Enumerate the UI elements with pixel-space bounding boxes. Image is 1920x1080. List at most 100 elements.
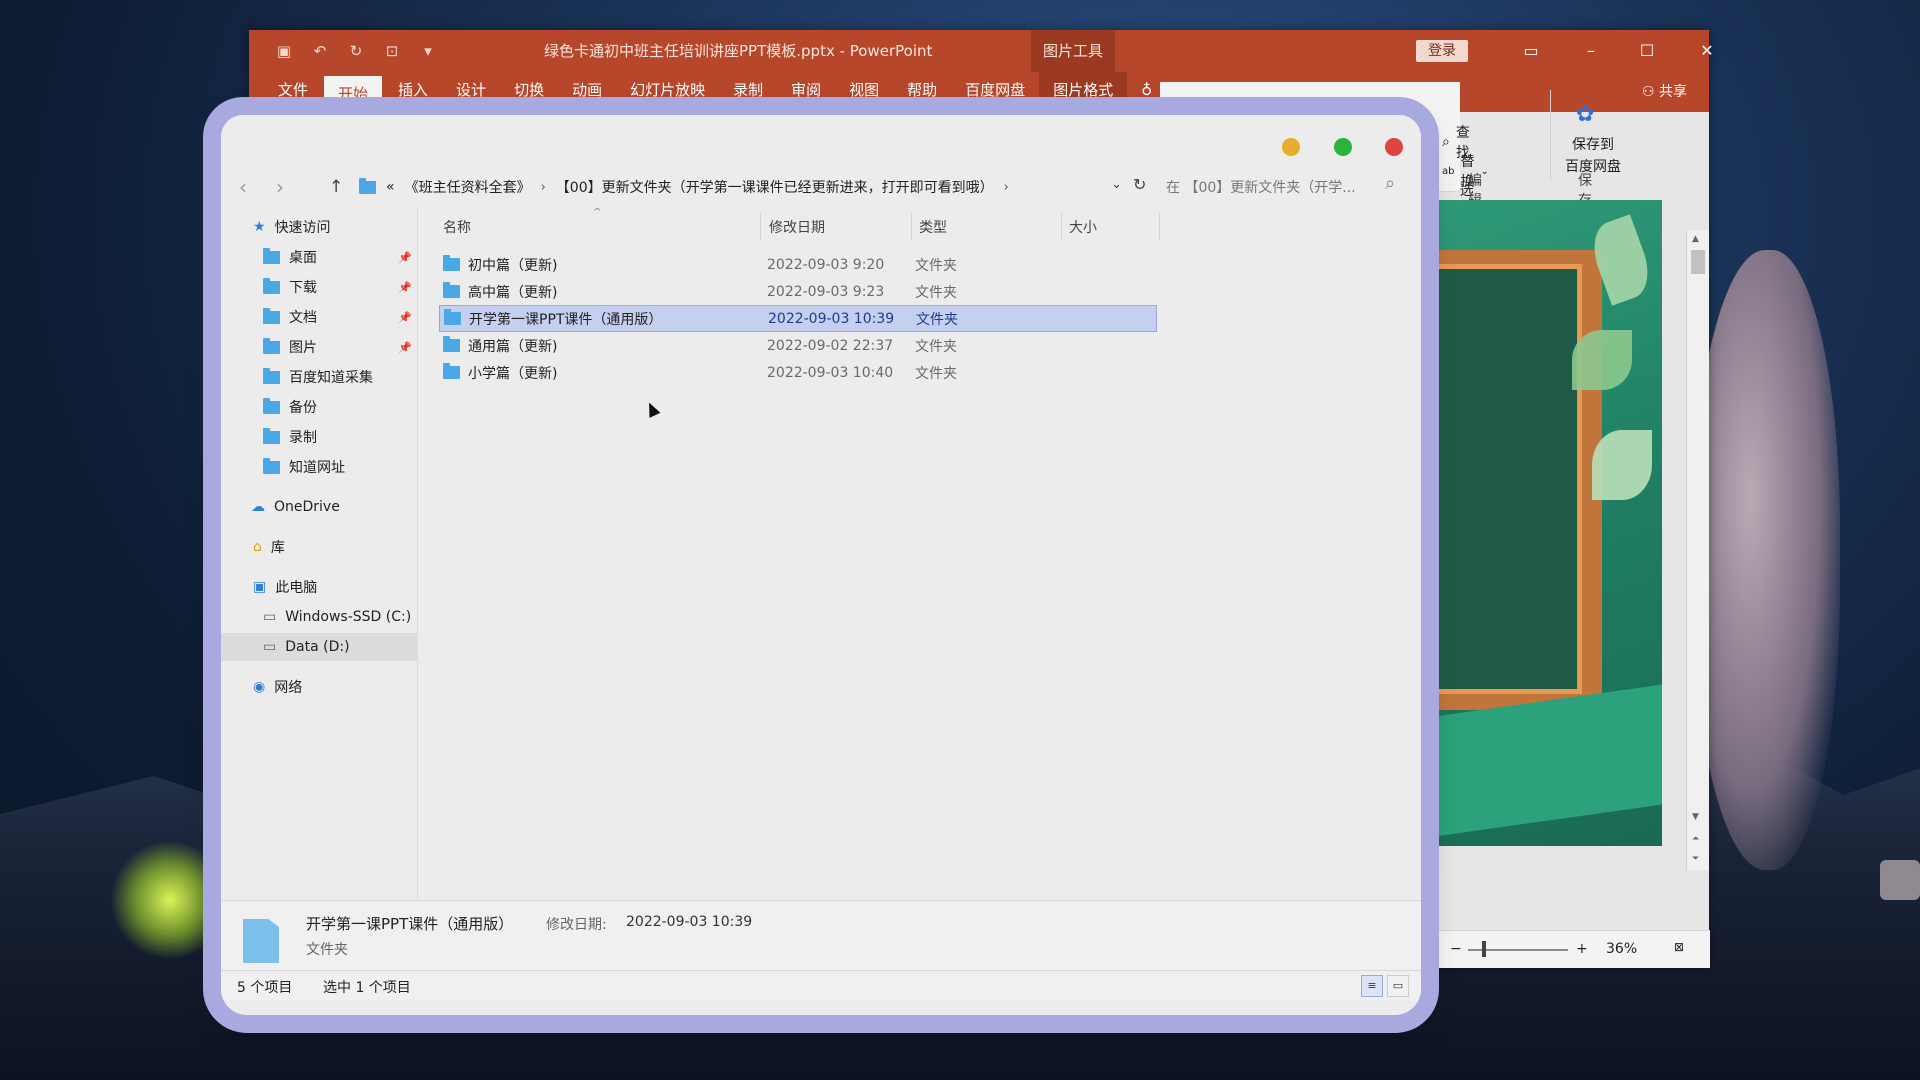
column-divider[interactable] xyxy=(1159,213,1160,241)
forward-icon[interactable]: › xyxy=(276,175,284,199)
large-icons-view-icon[interactable]: ▭ xyxy=(1387,975,1409,997)
star-icon: ★ xyxy=(253,219,266,235)
breadcrumb-item[interactable]: 《班主任资料全套》 xyxy=(405,177,531,197)
address-bar[interactable]: « 《班主任资料全套》 › 【00】更新文件夹（开学第一课课件已经更新进来，打开… xyxy=(359,177,1009,197)
zoom-level[interactable]: 36% xyxy=(1606,941,1637,957)
slide-vertical-scrollbar[interactable]: ▲ ▼ ⏶ ⏷ xyxy=(1686,230,1709,870)
sidebar-item-onedrive[interactable]: ☁ OneDrive xyxy=(221,493,418,521)
folder-icon xyxy=(263,337,280,354)
sidebar-item-downloads[interactable]: 下载 📌 xyxy=(221,273,418,301)
sidebar-label: 此电脑 xyxy=(275,580,318,596)
save-to-label: 保存到 xyxy=(1572,137,1614,153)
file-row[interactable]: 通用篇（更新) 2022-09-02 22:37 文件夹 xyxy=(439,332,1157,359)
column-header-size[interactable]: 大小 xyxy=(1069,217,1097,241)
sidebar-item-quick-access[interactable]: ★ 快速访问 xyxy=(221,213,418,241)
zoom-out-icon[interactable]: − xyxy=(1450,941,1462,957)
file-row[interactable]: 初中篇（更新) 2022-09-03 9:20 文件夹 xyxy=(439,251,1157,278)
breadcrumb-overflow[interactable]: « xyxy=(386,179,395,195)
sidebar-item-documents[interactable]: 文档 📌 xyxy=(221,303,418,331)
column-divider[interactable] xyxy=(911,213,912,241)
drive-icon: ▭ xyxy=(263,609,277,625)
maximize-icon[interactable]: ☐ xyxy=(1619,30,1675,72)
minimize-button[interactable] xyxy=(1282,138,1300,156)
search-icon[interactable]: ⌕ xyxy=(1385,173,1395,194)
present-icon[interactable]: ⊡ xyxy=(383,42,401,60)
tab-slideshow[interactable]: 幻灯片放映 xyxy=(616,72,719,112)
sidebar-item-library[interactable]: ⌂ 库 xyxy=(221,533,418,561)
tab-file[interactable]: 文件 xyxy=(264,72,322,112)
login-button[interactable]: 登录 xyxy=(1416,40,1468,62)
column-header-modified[interactable]: 修改日期 xyxy=(769,217,825,241)
slide-canvas[interactable] xyxy=(1422,200,1662,846)
ribbon-display-icon[interactable]: ▭ xyxy=(1503,30,1559,72)
sidebar-item-drive-d[interactable]: ▭ Data (D:) xyxy=(221,633,418,661)
slide-leaf xyxy=(1592,430,1652,500)
details-view-icon[interactable]: ≡ xyxy=(1361,975,1383,997)
scroll-up-icon[interactable]: ▲ xyxy=(1692,234,1699,244)
tab-baidu-netdisk[interactable]: 百度网盘 xyxy=(951,72,1039,112)
folder-icon xyxy=(443,336,460,352)
tab-review[interactable]: 审阅 xyxy=(777,72,835,112)
sidebar-item-zhidao-urls[interactable]: 知道网址 xyxy=(221,453,418,481)
folder-icon xyxy=(263,457,280,474)
column-divider[interactable] xyxy=(760,213,761,241)
pin-icon: 📌 xyxy=(398,310,412,324)
sidebar-label: Windows-SSD (C:) xyxy=(285,609,412,625)
folder-icon xyxy=(263,397,280,414)
up-arrow-icon[interactable]: ↑ xyxy=(329,177,343,197)
sidebar-item-desktop[interactable]: 桌面 📌 xyxy=(221,243,418,271)
breadcrumb-separator-icon[interactable]: › xyxy=(541,180,546,195)
save-to-baidu-button[interactable]: 保存到 百度网盘 xyxy=(1558,134,1628,176)
maximize-button[interactable] xyxy=(1334,138,1352,156)
search-input[interactable]: 在 【00】更新文件夹（开学... xyxy=(1166,177,1356,197)
column-header-name[interactable]: 名称 xyxy=(443,217,471,241)
column-divider[interactable] xyxy=(1061,213,1062,241)
address-dropdown-icon[interactable]: ⌄ xyxy=(1111,177,1122,192)
close-button[interactable] xyxy=(1385,138,1403,156)
undo-icon[interactable]: ↶ xyxy=(311,42,329,60)
tab-view[interactable]: 视图 xyxy=(835,72,893,112)
folder-icon xyxy=(443,255,460,271)
minimize-icon[interactable]: – xyxy=(1563,30,1619,72)
close-icon[interactable]: ✕ xyxy=(1679,30,1735,72)
back-icon[interactable]: ‹ xyxy=(239,175,247,199)
prev-slide-icon[interactable]: ⏶ xyxy=(1692,834,1699,844)
file-row[interactable]: 小学篇（更新) 2022-09-03 10:40 文件夹 xyxy=(439,359,1157,386)
baidu-cloud-icon[interactable]: ✿ xyxy=(1576,102,1594,127)
tab-animations[interactable]: 动画 xyxy=(558,72,616,112)
zoom-in-icon[interactable]: + xyxy=(1576,941,1588,957)
sidebar-item-this-pc[interactable]: ▣ 此电脑 xyxy=(221,573,418,601)
tab-home[interactable]: 开始 xyxy=(324,76,383,112)
redo-icon[interactable]: ↻ xyxy=(347,42,365,60)
column-header-type[interactable]: 类型 xyxy=(919,217,947,241)
share-button[interactable]: ⚇ 共享 xyxy=(1642,72,1687,112)
folder-icon xyxy=(263,427,280,444)
details-pane: 开学第一课PPT课件（通用版） 修改日期: 2022-09-03 10:39 文… xyxy=(221,900,1421,970)
scroll-down-icon[interactable]: ▼ xyxy=(1692,812,1699,822)
sidebar-item-pictures[interactable]: 图片 📌 xyxy=(221,333,418,361)
tab-design[interactable]: 设计 xyxy=(442,72,500,112)
tab-insert[interactable]: 插入 xyxy=(384,72,442,112)
sidebar-item-record[interactable]: 录制 xyxy=(221,423,418,451)
file-type: 文件夹 xyxy=(915,284,957,301)
scrollbar-thumb[interactable] xyxy=(1691,250,1705,274)
next-slide-icon[interactable]: ⏷ xyxy=(1692,854,1699,864)
save-icon[interactable]: ▣ xyxy=(275,42,293,60)
file-row-selected[interactable]: 开学第一课PPT课件（通用版） 2022-09-03 10:39 文件夹 xyxy=(439,305,1157,332)
sidebar-item-network[interactable]: ◉ 网络 xyxy=(221,673,418,701)
tab-record[interactable]: 录制 xyxy=(719,72,777,112)
file-row[interactable]: 高中篇（更新) 2022-09-03 9:23 文件夹 xyxy=(439,278,1157,305)
customize-qa-icon[interactable]: ▾ xyxy=(419,42,437,60)
refresh-icon[interactable]: ↻ xyxy=(1133,175,1146,194)
tab-picture-format[interactable]: 图片格式 xyxy=(1039,72,1128,112)
breadcrumb-item[interactable]: 【00】更新文件夹（开学第一课课件已经更新进来，打开即可看到哦） xyxy=(556,177,994,197)
sidebar-item-baidu-collect[interactable]: 百度知道采集 xyxy=(221,363,418,391)
tab-help[interactable]: 帮助 xyxy=(893,72,951,112)
fit-slide-icon[interactable]: ⊠ xyxy=(1674,940,1684,954)
sidebar-label: 百度知道采集 xyxy=(289,370,373,386)
sidebar-item-drive-c[interactable]: ▭ Windows-SSD (C:) xyxy=(221,603,418,631)
sidebar-item-backup[interactable]: 备份 xyxy=(221,393,418,421)
zoom-slider-thumb[interactable] xyxy=(1482,941,1486,957)
tab-transitions[interactable]: 切换 xyxy=(500,72,558,112)
breadcrumb-separator-icon[interactable]: › xyxy=(1004,180,1009,195)
